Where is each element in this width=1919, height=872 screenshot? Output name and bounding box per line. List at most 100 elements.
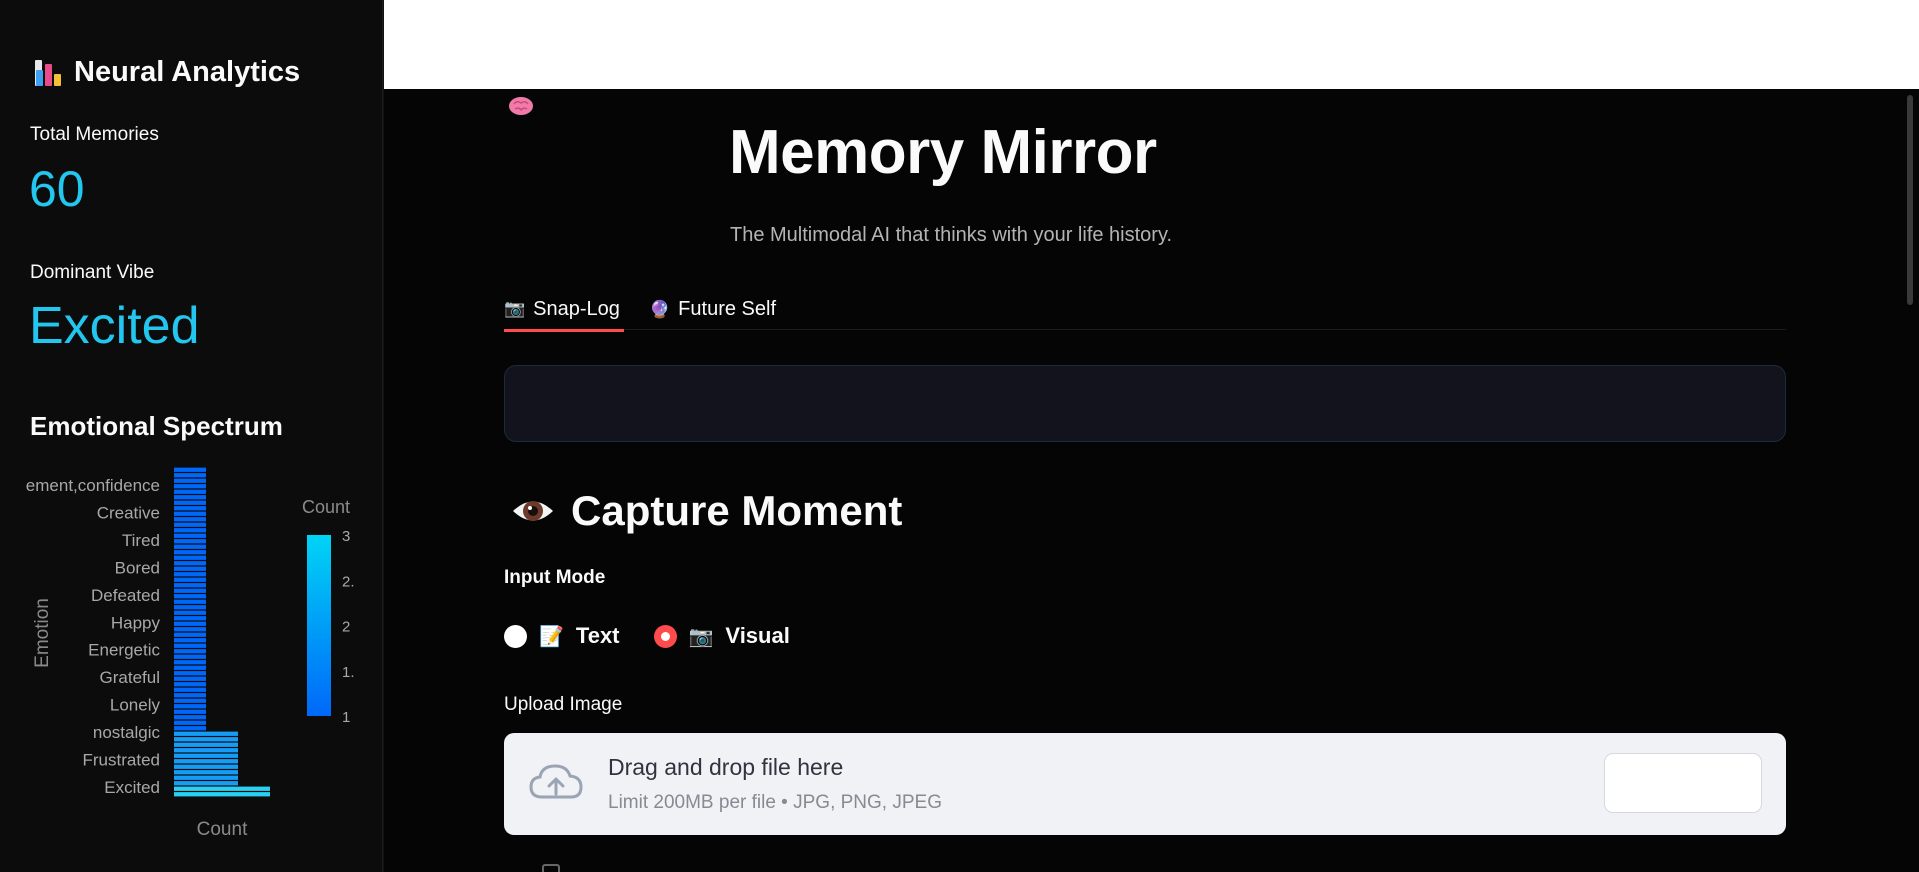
sidebar-title: Neural Analytics xyxy=(34,56,300,89)
chart-bar xyxy=(174,539,206,544)
tab-snap-log[interactable]: 📷 Snap-Log xyxy=(504,289,624,332)
chart-y-tick-label: Defeated xyxy=(91,586,160,605)
camera-icon: 📷 xyxy=(504,299,526,318)
chart-bar xyxy=(174,583,206,588)
main-content: Memory Mirror The Multimodal AI that thi… xyxy=(384,89,1919,872)
chart-bar xyxy=(174,500,206,505)
tab-snap-log-label: Snap-Log xyxy=(533,297,620,320)
chart-bar xyxy=(174,572,206,577)
tab-bar: 📷 Snap-Log 🔮 Future Self xyxy=(504,289,1786,332)
tab-future-self[interactable]: 🔮 Future Self xyxy=(649,289,776,330)
cloud-upload-icon xyxy=(529,764,583,799)
chart-y-tick-label: Tired xyxy=(122,531,160,550)
sidebar-title-text: Neural Analytics xyxy=(74,56,301,88)
chart-bar xyxy=(174,665,206,670)
page-subtitle: The Multimodal AI that thinks with your … xyxy=(730,224,1173,246)
chart-bar xyxy=(174,643,206,648)
crystal-ball-icon: 🔮 xyxy=(649,299,671,319)
chart-bar xyxy=(174,775,238,780)
chart-bar xyxy=(174,638,206,643)
radio-visual[interactable] xyxy=(653,624,677,648)
dropzone-title: Drag and drop file here xyxy=(608,754,844,780)
dropzone-subtitle: Limit 200MB per file • JPG, PNG, JPEG xyxy=(608,792,942,813)
x-axis-title: Count xyxy=(197,819,248,840)
chart-bar xyxy=(174,621,206,626)
chart-bar xyxy=(174,511,206,516)
camera-icon: 📷 xyxy=(688,625,714,648)
chart-bar xyxy=(174,764,238,769)
colorbar xyxy=(307,535,331,716)
chart-bar xyxy=(174,682,206,687)
chart-bar xyxy=(174,528,206,533)
input-mode-label: Input Mode xyxy=(504,567,606,588)
chart-bar xyxy=(174,737,238,742)
chart-bar xyxy=(174,731,238,736)
chart-bar xyxy=(174,748,238,753)
memo-icon: 📝 xyxy=(539,625,564,648)
chart-bar xyxy=(174,726,206,731)
chart-bar xyxy=(174,484,206,489)
colorbar-tick-label: 2. xyxy=(342,573,355,590)
chart-bar xyxy=(174,478,206,483)
chart-bar xyxy=(174,577,206,582)
metric-value-vibe: Excited xyxy=(29,297,200,355)
chart-bar xyxy=(174,660,206,665)
capture-moment-heading: Capture Moment xyxy=(511,487,902,535)
brain-icon xyxy=(509,97,533,115)
chart-y-tick-label: Creative xyxy=(97,503,160,522)
metric-label-total: Total Memories xyxy=(30,124,159,145)
chart-bar xyxy=(174,495,206,500)
chart-bar xyxy=(174,533,206,538)
metric-value-total: 60 xyxy=(29,161,85,217)
chart-bar xyxy=(174,676,206,681)
chart-bar xyxy=(174,550,206,555)
radio-option-text[interactable]: 📝 Text xyxy=(504,623,620,649)
sidebar: Neural Analytics Total Memories 60 Domin… xyxy=(0,0,383,872)
chart-bar xyxy=(174,544,206,549)
emotional-spectrum-title: Emotional Spectrum xyxy=(30,411,283,441)
chart-bar xyxy=(174,720,206,725)
colorbar-title: Count xyxy=(302,497,350,517)
chart-bar xyxy=(174,698,206,703)
radio-visual-label: Visual xyxy=(725,623,790,648)
chart-bar xyxy=(174,522,206,527)
chart-bar xyxy=(174,742,238,747)
chart-bar xyxy=(174,616,206,621)
chart-bar xyxy=(174,770,238,775)
chart-y-tick-label: Energetic xyxy=(88,641,160,660)
chart-y-tick-label: ement,confidence xyxy=(26,476,160,495)
chart-y-tick-label: Bored xyxy=(115,558,160,577)
main-scrollbar[interactable] xyxy=(1907,95,1913,305)
radio-text[interactable] xyxy=(504,624,527,648)
chart-bar xyxy=(174,709,206,714)
top-header-bar xyxy=(384,0,1919,89)
bar-chart-icon xyxy=(34,58,64,88)
chart-bar xyxy=(174,489,206,494)
radio-option-visual[interactable]: 📷 Visual xyxy=(653,623,790,649)
chart-bar xyxy=(174,671,206,676)
y-axis-title: Emotion xyxy=(32,598,53,668)
chart-bar xyxy=(174,588,206,593)
tab-future-self-label: Future Self xyxy=(678,298,776,320)
colorbar-tick-label: 2 xyxy=(342,619,350,636)
chart-bar xyxy=(174,654,206,659)
colorbar-ticks: 3 2. 2 1. 1 xyxy=(342,528,355,726)
chart-bar xyxy=(174,473,206,478)
chart-bar xyxy=(174,517,206,522)
emotion-chart: ement,confidence Creative Tired Bored Defeat… xyxy=(0,455,383,855)
upload-image-label: Upload Image xyxy=(504,694,623,715)
chart-bar xyxy=(174,792,270,797)
chart-bar xyxy=(174,693,206,698)
chart-bar xyxy=(174,715,206,720)
browse-files-button[interactable] xyxy=(1604,753,1762,813)
chart-bar xyxy=(174,649,206,654)
file-icon xyxy=(542,864,560,872)
file-dropzone[interactable]: Drag and drop file here Limit 200MB per … xyxy=(504,733,1786,835)
chart-bar xyxy=(174,632,206,637)
colorbar-tick-label: 1 xyxy=(342,709,350,726)
chart-bar xyxy=(174,555,206,560)
app-root: Neural Analytics Total Memories 60 Domin… xyxy=(0,0,1919,872)
input-mode-radio-group: 📝 Text 📷 Visual xyxy=(504,623,810,649)
chart-y-tick-label: Excited xyxy=(104,778,160,797)
chart-bar xyxy=(174,786,270,791)
